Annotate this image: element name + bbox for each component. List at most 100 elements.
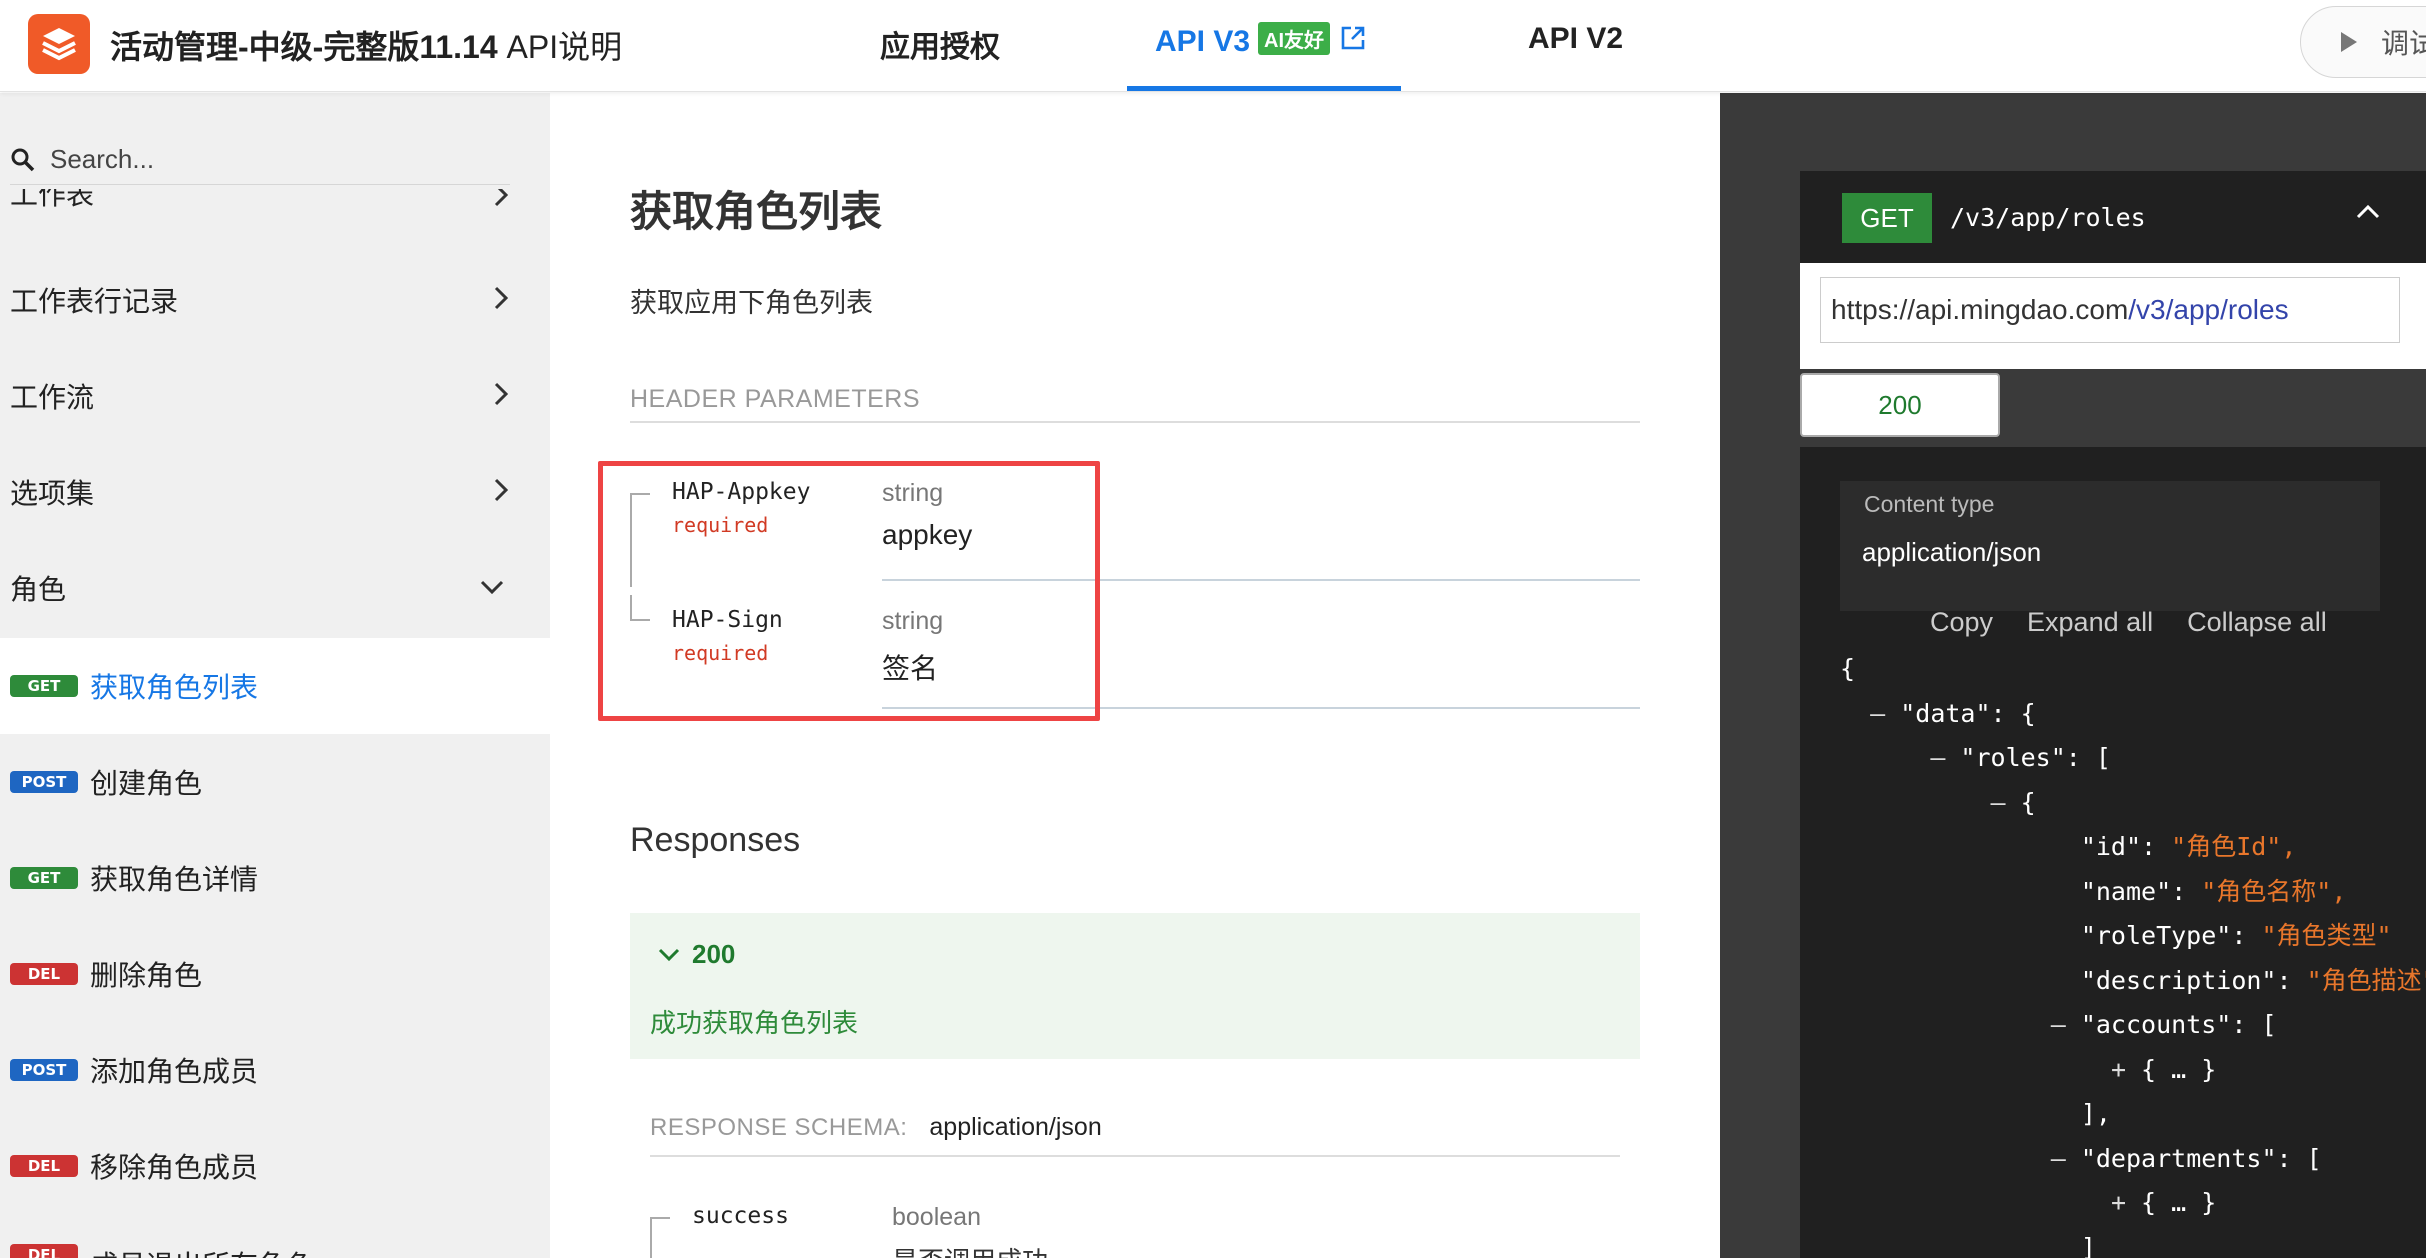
response-schema-row: RESPONSE SCHEMA: application/json	[650, 1113, 1620, 1157]
endpoint-label: 获取角色列表	[90, 672, 259, 703]
sidebar-item-worksheet-rows[interactable]: 工作表行记录	[0, 252, 550, 348]
response-200-panel[interactable]: 200 成功获取角色列表	[630, 913, 1640, 1059]
chevron-right-icon	[494, 382, 508, 406]
method-badge: DEL	[10, 1155, 78, 1177]
json-line: – "roles": [	[1930, 743, 2111, 772]
method-badge: POST	[10, 771, 78, 793]
json-line: {	[1840, 654, 1856, 683]
annotation-highlight-box	[598, 461, 1100, 721]
sidebar-item-optionsets[interactable]: 选项集	[0, 444, 550, 540]
param-type: boolean	[892, 1203, 981, 1231]
expand-all-button[interactable]: Expand all	[2027, 607, 2153, 637]
sidebar-item-workflow[interactable]: 工作流	[0, 348, 550, 444]
sidebar-endpoint-get-role-detail[interactable]: GET 获取角色详情	[0, 830, 550, 926]
app-title-light: API说明	[497, 29, 623, 65]
param-tree-line	[650, 1217, 670, 1258]
debug-label: 调试	[2381, 28, 2426, 59]
endpoint-label: 删除角色	[90, 960, 203, 991]
method-badge: GET	[10, 867, 78, 889]
endpoint-label: 成员退出所有角色	[90, 1244, 314, 1258]
schema-type: application/json	[929, 1113, 1102, 1141]
json-line: – "data": {	[1870, 698, 2036, 728]
collapse-all-button[interactable]: Collapse all	[2187, 607, 2327, 637]
responses-title: Responses	[630, 821, 801, 859]
sidebar: 工作表 工作表行记录 工作流 选项集 角色 GET 获取角色列表 POST 创建角色…	[0, 93, 550, 1258]
response-code: 200	[658, 939, 735, 970]
sidebar-endpoint-get-roles[interactable]: GET 获取角色列表	[0, 638, 550, 734]
external-link-icon[interactable]	[1340, 25, 1366, 59]
json-line: ]	[1840, 1232, 2096, 1258]
param-name: success	[692, 1203, 789, 1229]
json-actions: Copy Expand all Collapse all	[1930, 607, 2361, 638]
schema-label: RESPONSE SCHEMA:	[650, 1114, 908, 1141]
main-content: 获取角色列表 获取应用下角色列表 HEADER PARAMETERS HAP-A…	[550, 93, 1720, 1258]
url-base: https://api.mingdao.com	[1831, 294, 2129, 325]
ai-friendly-badge: AI友好	[1258, 22, 1331, 55]
json-sample: { – "data": { – "roles": [ – { "id": "角色…	[1840, 647, 2426, 1258]
content-type-label: Content type	[1864, 491, 1995, 517]
json-line: ],	[1840, 1099, 2111, 1128]
sidebar-item-label: 工作表行记录	[10, 286, 179, 317]
chevron-right-icon	[494, 189, 508, 207]
endpoint-title: 获取角色列表	[630, 188, 883, 235]
method-badge: DEL	[10, 1244, 78, 1258]
sidebar-endpoint-delete-role[interactable]: DEL 删除角色	[0, 926, 550, 1022]
content-type-box[interactable]: Content type application/json	[1840, 481, 2380, 611]
search-bar[interactable]	[10, 135, 510, 185]
sidebar-endpoint-add-role-member[interactable]: POST 添加角色成员	[0, 1022, 550, 1118]
content-type-value: application/json	[1862, 537, 2042, 567]
endpoint-label: 添加角色成员	[90, 1056, 259, 1087]
top-bar: 活动管理-中级-完整版11.14 API说明 应用授权 API V3 AI友好 A…	[0, 0, 2426, 92]
json-line: "id": "角色Id",	[1840, 832, 2297, 861]
tab-api-v2[interactable]: API V2	[1528, 22, 1623, 56]
play-icon	[2341, 32, 2357, 52]
method-badge: GET	[1842, 193, 1932, 243]
tab-app-auth[interactable]: 应用授权	[880, 22, 1000, 66]
tab-api-v3[interactable]: API V3 AI友好	[1155, 22, 1366, 59]
divider	[630, 421, 1640, 423]
json-line: – "accounts": [	[2050, 1010, 2277, 1039]
search-input[interactable]	[50, 144, 490, 175]
sidebar-item-label: 工作流	[10, 382, 95, 413]
request-header[interactable]: GET /v3/app/roles	[1800, 171, 2426, 263]
endpoint-description: 获取应用下角色列表	[630, 288, 873, 318]
sidebar-endpoint-leave-all-roles[interactable]: DEL 成员退出所有角色	[0, 1214, 550, 1258]
response-description: 成功获取角色列表	[650, 1008, 859, 1038]
json-line: – {	[1990, 787, 2036, 817]
json-line: "roleType": "角色类型"	[1840, 921, 2392, 950]
sidebar-endpoint-create-role[interactable]: POST 创建角色	[0, 734, 550, 830]
json-line: + { … }	[2110, 1188, 2217, 1217]
sidebar-item-label: 角色	[10, 574, 67, 605]
schema-param-success: success boolean 是否调用成功	[650, 1203, 1550, 1258]
request-panel: GET /v3/app/roles https://api.mingdao.co…	[1720, 93, 2426, 1258]
sidebar-item-label: 工作表	[10, 189, 95, 210]
tab-api-v3-label: API V3	[1155, 25, 1251, 58]
request-path: /v3/app/roles	[1950, 203, 2146, 232]
json-line: – "departments": [	[2050, 1143, 2322, 1173]
json-line: "description": "角色描述"	[1840, 965, 2426, 995]
endpoint-label: 获取角色详情	[90, 864, 259, 895]
endpoint-label: 创建角色	[90, 768, 203, 799]
chevron-up-icon[interactable]	[2356, 205, 2380, 219]
response-sample-panel: Content type application/json Copy Expand…	[1800, 447, 2426, 1258]
json-line: "name": "角色名称",	[1840, 876, 2347, 906]
status-tab-200[interactable]: 200	[1800, 373, 2000, 437]
request-url[interactable]: https://api.mingdao.com/v3/app/roles	[1820, 277, 2400, 343]
copy-button[interactable]: Copy	[1930, 607, 1993, 637]
chevron-right-icon	[494, 478, 508, 502]
sidebar-item-roles[interactable]: 角色	[0, 540, 550, 636]
sidebar-item-worksheet[interactable]: 工作表	[0, 189, 550, 219]
debug-button[interactable]: 调试	[2300, 6, 2426, 78]
url-path: /v3/app/roles	[2128, 294, 2289, 325]
search-icon	[11, 148, 35, 171]
active-tab-indicator	[1127, 86, 1401, 91]
app-logo	[28, 14, 90, 74]
chevron-down-icon	[658, 948, 680, 961]
sidebar-endpoint-remove-role-member[interactable]: DEL 移除角色成员	[0, 1118, 550, 1214]
endpoint-label: 移除角色成员	[90, 1152, 259, 1183]
chevron-down-icon	[480, 580, 504, 594]
param-desc: 是否调用成功	[892, 1241, 1048, 1258]
request-url-box: https://api.mingdao.com/v3/app/roles	[1800, 263, 2426, 369]
method-badge: GET	[10, 675, 78, 697]
header-params-label: HEADER PARAMETERS	[630, 385, 921, 413]
